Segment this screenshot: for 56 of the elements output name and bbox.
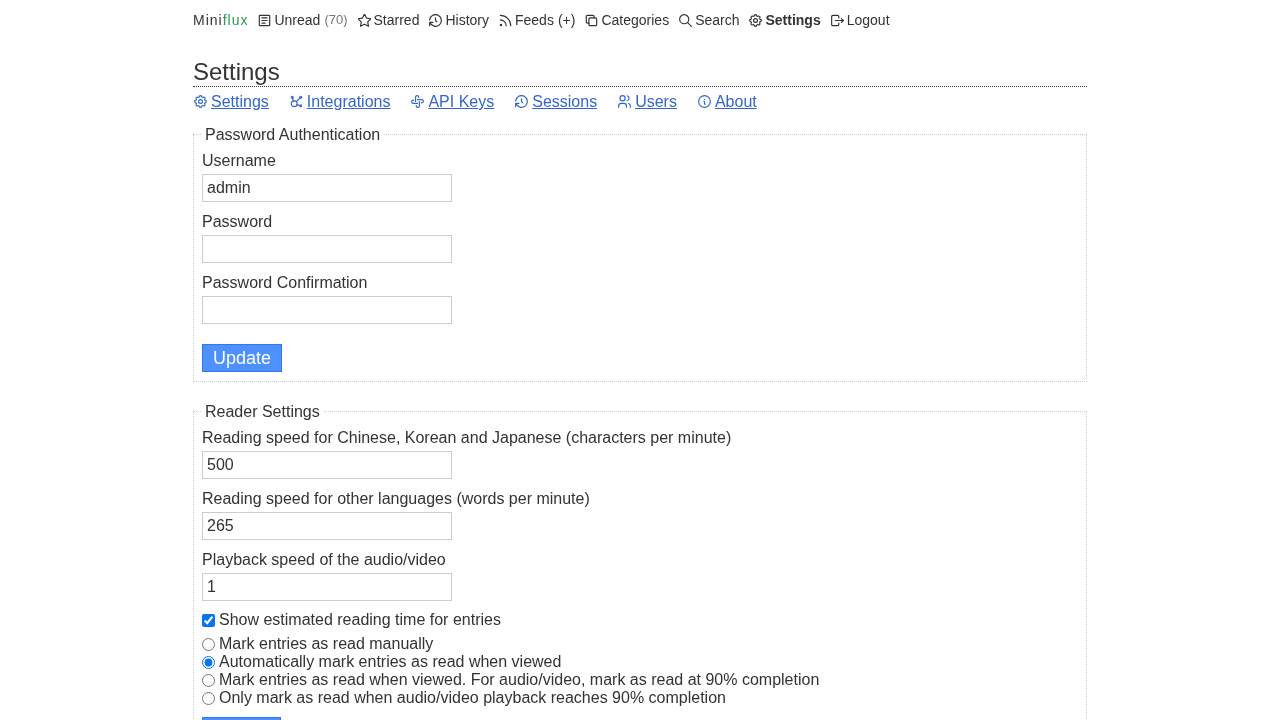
radio-label: Only mark as read when audio/video playback reaches 90% completion (219, 689, 726, 707)
add-feed-link[interactable]: (+) (557, 10, 576, 30)
field-label: Reading speed for other languages (words per minute) (202, 489, 590, 508)
radio-label: Mark entries as read manually (219, 635, 434, 653)
section-legend: Reader Settings (202, 402, 323, 421)
gear-icon (749, 13, 763, 27)
field-label: Playback speed of the audio/video (202, 550, 446, 569)
sub-nav-link[interactable]: Settings (193, 92, 269, 111)
pinwheel-icon (411, 95, 425, 108)
menu-link[interactable]: Logout (830, 10, 890, 30)
field-label: Password Confirmation (202, 273, 368, 292)
menu-link[interactable]: History (429, 10, 489, 30)
sub-nav-link[interactable]: API Keys (410, 92, 495, 111)
document-icon (258, 13, 272, 27)
clock-arrow-icon (429, 13, 443, 27)
menu-link[interactable]: Settings (749, 10, 821, 30)
password-field[interactable] (202, 296, 452, 324)
search-icon (679, 13, 693, 27)
menu-link[interactable]: Categories (585, 10, 670, 30)
field-label: Reading speed for Chinese, Korean and Japanese (characters per minute) (202, 428, 732, 447)
logo[interactable]: Miniflux (193, 10, 249, 30)
checkbox-label: Show estimated reading time for entries (219, 611, 501, 629)
page-title: Settings (193, 58, 1087, 87)
radio-button[interactable] (202, 655, 215, 669)
number-field[interactable]: 1 (202, 573, 452, 601)
radio-button[interactable] (202, 691, 215, 705)
menu-link[interactable]: Unread (70) (258, 10, 348, 30)
menu-link[interactable]: Search (679, 10, 740, 30)
radio-button[interactable] (202, 673, 215, 687)
password-field[interactable] (202, 235, 452, 263)
text-field[interactable]: admin (202, 174, 452, 202)
users-icon (618, 95, 632, 108)
sub-nav-link[interactable]: Users (617, 92, 677, 111)
field-label: Password (202, 212, 273, 231)
stacked-squares-icon (585, 13, 599, 27)
connected-nodes-icon (289, 95, 303, 108)
checkbox[interactable] (202, 613, 215, 627)
star-icon (357, 13, 371, 27)
unread-count: (70) (324, 11, 348, 29)
menu-link[interactable]: Starred (357, 10, 420, 30)
info-icon (697, 95, 711, 108)
sub-nav-link[interactable]: Sessions (514, 92, 598, 111)
rss-icon (499, 13, 512, 27)
logout-icon (830, 13, 844, 27)
radio-label: Automatically mark entries as read when viewed (219, 653, 562, 671)
field-label: Username (202, 151, 276, 170)
number-field[interactable]: 265 (202, 512, 452, 540)
radio-button[interactable] (202, 637, 215, 651)
number-field[interactable]: 500 (202, 451, 452, 479)
menu-link[interactable]: Feeds (499, 10, 554, 30)
sub-nav-link[interactable]: Integrations (288, 92, 391, 111)
clock-arrow-icon (515, 95, 529, 108)
section-legend: Password Authentication (202, 125, 384, 144)
radio-label: Mark entries as read when viewed. For audio/video, mark as read at 90% completion (219, 671, 820, 689)
gear-icon (194, 95, 207, 108)
sub-nav-link[interactable]: About (696, 92, 757, 111)
